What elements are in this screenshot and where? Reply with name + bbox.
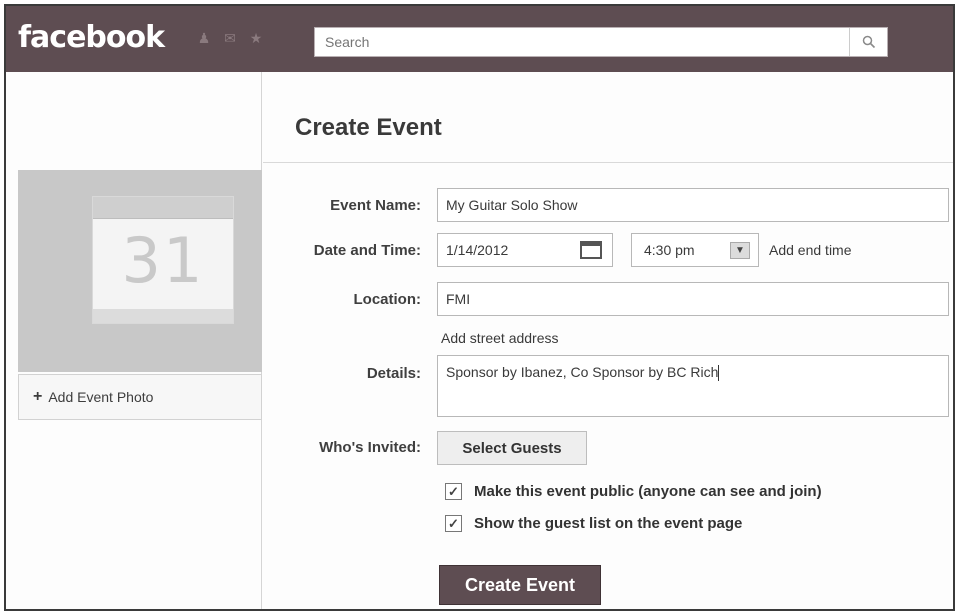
search-icon xyxy=(862,35,875,49)
create-event-button[interactable]: Create Event xyxy=(439,565,601,605)
guest-list-option-row: ✓ Show the guest list on the event page xyxy=(445,515,742,532)
time-value: 4:30 pm xyxy=(644,242,695,258)
event-name-label: Event Name: xyxy=(330,197,421,214)
guest-list-option-label: Show the guest list on the event page xyxy=(474,515,743,532)
event-photo-placeholder: 31 xyxy=(18,170,262,372)
add-event-photo-button[interactable]: + Add Event Photo xyxy=(18,374,262,420)
calendar-picker-icon[interactable] xyxy=(580,241,602,259)
details-label: Details: xyxy=(366,365,421,382)
add-end-time-link[interactable]: Add end time xyxy=(769,242,852,258)
friend-requests-icon[interactable]: ♟ xyxy=(195,30,213,46)
location-label: Location: xyxy=(353,291,422,308)
add-street-address-link[interactable]: Add street address xyxy=(441,330,559,346)
browser-frame: facebook ♟ ✉ ★ 31 + Add xyxy=(4,4,955,611)
calendar-number: 31 xyxy=(121,224,205,297)
guest-list-checkbox[interactable]: ✓ xyxy=(445,515,462,532)
page-title: Create Event xyxy=(295,114,442,141)
search-bar xyxy=(314,27,888,57)
title-row: Create Event xyxy=(263,72,953,163)
time-select[interactable]: 4:30 pm ▼ xyxy=(631,233,759,267)
details-textarea[interactable]: Sponsor by Ibanez, Co Sponsor by BC Rich xyxy=(437,355,949,417)
date-time-label: Date and Time: xyxy=(313,242,421,259)
date-input[interactable] xyxy=(438,234,568,266)
select-guests-button[interactable]: Select Guests xyxy=(437,431,587,465)
whos-invited-label: Who's Invited: xyxy=(319,439,421,456)
add-event-photo-label: Add Event Photo xyxy=(48,389,154,405)
facebook-logo[interactable]: facebook xyxy=(18,20,165,55)
text-cursor xyxy=(718,365,720,382)
public-checkbox[interactable]: ✓ xyxy=(445,483,462,500)
event-name-input[interactable] xyxy=(437,188,949,222)
search-button[interactable] xyxy=(849,28,887,56)
plus-icon: + xyxy=(33,388,43,405)
details-text: Sponsor by Ibanez, Co Sponsor by BC Rich xyxy=(446,364,719,380)
location-input[interactable] xyxy=(437,282,949,316)
left-column: 31 + Add Event Photo xyxy=(6,72,262,609)
notifications-icon[interactable]: ★ xyxy=(247,30,265,46)
calendar-icon: 31 xyxy=(92,196,234,324)
messages-icon[interactable]: ✉ xyxy=(221,30,239,46)
date-field xyxy=(437,233,613,267)
top-bar: facebook ♟ ✉ ★ xyxy=(6,6,953,72)
public-option-row: ✓ Make this event public (anyone can see… xyxy=(445,483,822,500)
search-input[interactable] xyxy=(315,28,849,56)
create-event-form: Create Event Event Name: Date and Time: … xyxy=(263,72,953,609)
chevron-down-icon: ▼ xyxy=(730,242,750,259)
public-option-label: Make this event public (anyone can see a… xyxy=(474,483,822,500)
notification-jewels: ♟ ✉ ★ xyxy=(195,30,265,46)
